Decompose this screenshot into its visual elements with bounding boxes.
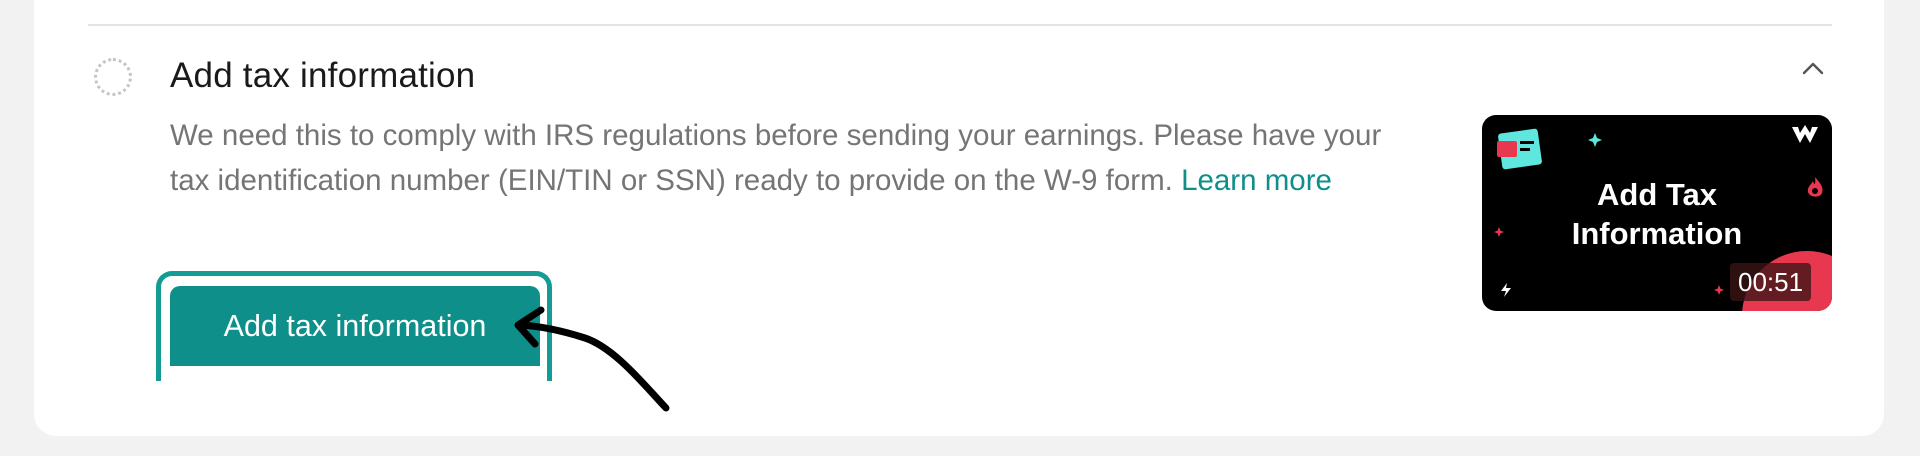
dotted-circle-icon	[94, 58, 132, 96]
video-title-line-2: Information	[1571, 216, 1743, 251]
step-title: Add tax information	[170, 56, 476, 95]
hand-drawn-arrow-icon	[514, 306, 670, 412]
video-duration-badge: 00:51	[1730, 263, 1812, 301]
brand-mark-icon	[1792, 125, 1818, 143]
add-tax-information-button[interactable]: Add tax information	[170, 286, 540, 366]
sparkle-icon	[1588, 133, 1602, 147]
sparkle-icon	[1714, 285, 1724, 295]
step-description: We need this to comply with IRS regulati…	[170, 113, 1390, 203]
video-title-line-1: Add Tax	[1597, 177, 1717, 212]
lightning-icon	[1501, 283, 1511, 297]
video-title: Add Tax Information	[1482, 175, 1832, 253]
learn-more-link[interactable]: Learn more	[1181, 164, 1332, 197]
receipt-illustration-icon	[1497, 128, 1542, 170]
chevron-up-icon[interactable]	[1800, 58, 1826, 78]
video-thumbnail[interactable]: Add Tax Information 00:51	[1482, 115, 1832, 311]
section-divider	[88, 24, 1832, 26]
